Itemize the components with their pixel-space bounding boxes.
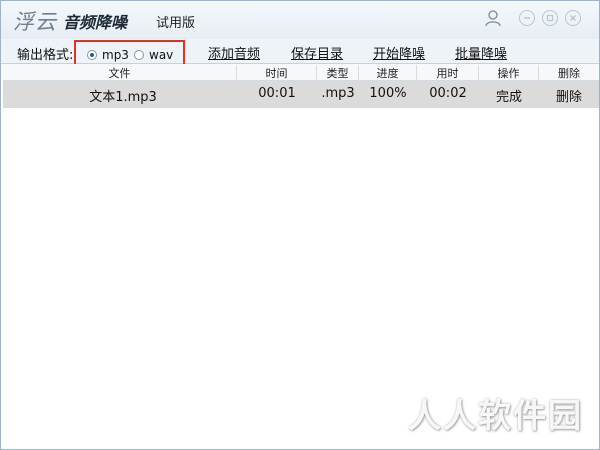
column-header-action[interactable]: 操作	[479, 65, 539, 81]
restore-icon[interactable]	[542, 10, 558, 26]
radio-label-wav: wav	[149, 48, 174, 62]
window-controls	[484, 8, 581, 28]
output-format-label: 输出格式:	[17, 48, 74, 63]
column-header-time[interactable]: 时间	[237, 65, 317, 81]
watermark-text: 人人软件园	[408, 396, 583, 435]
start-denoise-button[interactable]: 开始降噪	[373, 43, 425, 62]
format-radio-wav[interactable]: wav	[134, 48, 173, 62]
radio-label-mp3: mp3	[102, 48, 129, 62]
column-header-type[interactable]: 类型	[317, 65, 359, 81]
cell-file: 文本1.mp3	[89, 90, 157, 105]
delete-button[interactable]: 删除	[539, 86, 599, 105]
title-bar: 浮云 音频降噪 试用版	[1, 1, 599, 39]
column-header-elapsed[interactable]: 用时	[417, 65, 479, 81]
edition-label: 试用版	[156, 16, 196, 31]
batch-denoise-button[interactable]: 批量降噪	[455, 43, 507, 62]
save-directory-button[interactable]: 保存目录	[291, 43, 343, 62]
table-header: 文件 时间 类型 进度 用时 操作 删除	[3, 64, 599, 81]
cell-time: 00:01	[258, 86, 296, 101]
minimize-icon[interactable]	[519, 10, 535, 26]
user-icon[interactable]	[484, 9, 502, 27]
cell-type: .mp3	[321, 86, 355, 101]
cell-elapsed: 00:02	[429, 86, 467, 101]
column-header-delete[interactable]: 删除	[539, 65, 599, 81]
app-logo: 浮云	[13, 10, 57, 34]
column-header-progress[interactable]: 进度	[359, 65, 417, 81]
radio-unchecked-icon[interactable]	[134, 50, 144, 60]
radio-checked-icon[interactable]	[87, 50, 97, 60]
toolbar: 输出格式: mp3 wav 添加音频 保存目录 开始降噪 批量降噪	[1, 39, 599, 68]
cell-progress: 100%	[369, 86, 407, 101]
table-row[interactable]: 文本1.mp3 00:01 .mp3 100% 00:02 完成 删除	[3, 81, 599, 108]
add-audio-button[interactable]: 添加音频	[208, 43, 260, 62]
column-header-file[interactable]: 文件	[3, 65, 237, 81]
close-icon[interactable]	[565, 10, 581, 26]
format-radio-mp3[interactable]: mp3	[87, 48, 129, 62]
cell-action[interactable]: 完成	[479, 86, 539, 105]
app-window: 浮云 音频降噪 试用版 输出格式: mp3 wav 添加音频 保存目录 开始降噪…	[0, 0, 600, 450]
app-name: 音频降噪	[63, 13, 128, 32]
